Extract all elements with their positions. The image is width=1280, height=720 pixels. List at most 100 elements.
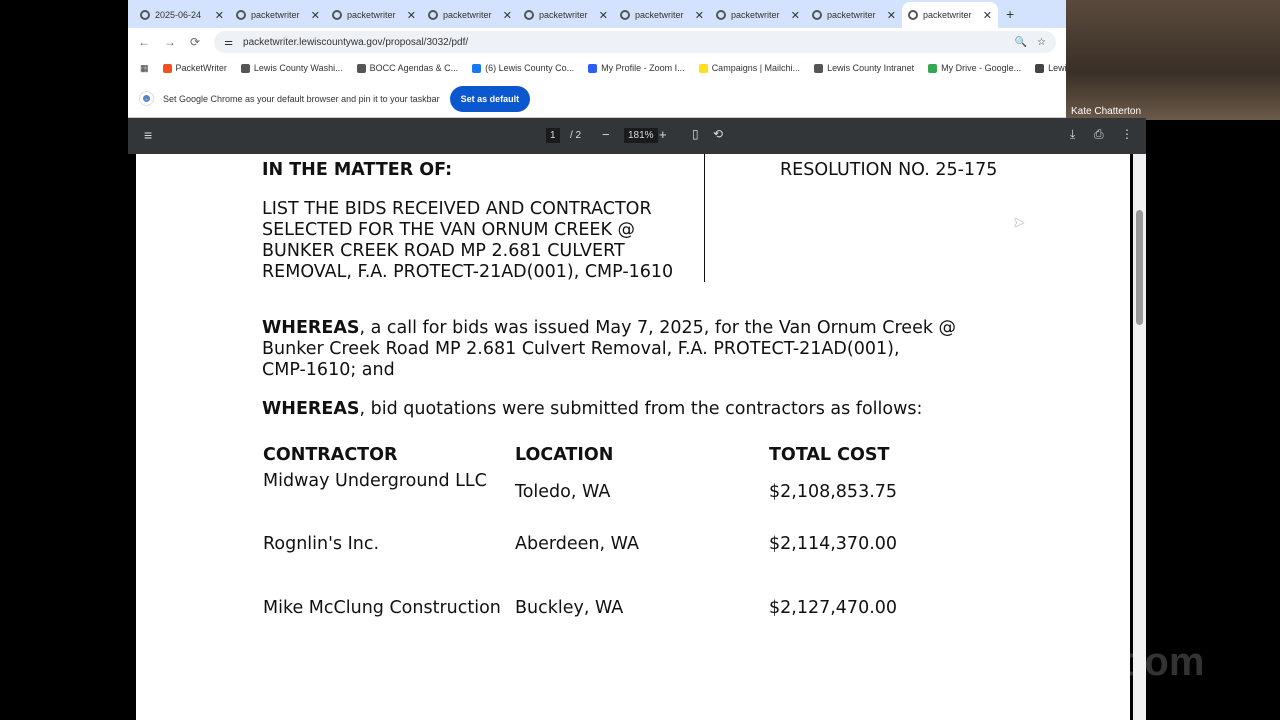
globe-icon xyxy=(236,10,246,20)
whereas-paragraph-1: WHEREAS, a call for bids was issued May … xyxy=(262,318,956,381)
star-icon[interactable]: ☆ xyxy=(1037,37,1046,48)
close-tab-icon[interactable]: ✕ xyxy=(311,9,320,22)
bookmark-label: Lewis County Washi... xyxy=(253,63,343,73)
globe-icon xyxy=(524,10,534,20)
paragraph-line: Bunker Creek Road MP 2.681 Culvert Remov… xyxy=(262,339,956,360)
globe-icon xyxy=(812,10,822,20)
apps-icon[interactable]: ▦ xyxy=(140,63,149,74)
globe-icon xyxy=(716,10,726,20)
menu-icon[interactable]: ≡ xyxy=(144,127,152,143)
table-cell: Toledo, WA xyxy=(515,482,611,502)
browser-tab[interactable]: packetwriter ✕ xyxy=(422,3,518,27)
paragraph-text: , a call for bids was issued May 7, 2025… xyxy=(359,318,957,338)
bookmark-item[interactable]: Lewis County Washi... xyxy=(240,63,343,73)
zoom-in-icon[interactable]: + xyxy=(659,127,667,142)
bookmark-favicon-icon xyxy=(472,63,482,73)
whereas-label: WHEREAS xyxy=(262,399,360,419)
subject-block: LIST THE BIDS RECEIVED AND CONTRACTOR SEL… xyxy=(262,199,673,283)
subject-line: REMOVAL, F.A. PROTECT-21AD(001), CMP-161… xyxy=(262,262,674,282)
new-tab-icon[interactable]: + xyxy=(1006,6,1014,22)
browser-tab[interactable]: 2025-06-24 ✕ xyxy=(134,3,230,27)
table-cell: Buckley, WA xyxy=(515,598,624,618)
rotate-icon[interactable]: ⟲ xyxy=(713,127,723,141)
paragraph-line: CMP-1610; and xyxy=(262,360,956,381)
forward-icon[interactable]: → xyxy=(164,35,176,49)
browser-tab[interactable]: packetwriter ✕ xyxy=(806,3,902,27)
divider-line xyxy=(704,154,705,282)
browser-tab[interactable]: packetwriter ✕ xyxy=(710,3,806,27)
bookmark-item[interactable]: Lewis County Intranet xyxy=(814,63,914,73)
close-tab-icon[interactable]: ✕ xyxy=(215,9,224,22)
subject-line: SELECTED FOR THE VAN ORNUM CREEK @ xyxy=(262,220,636,240)
bookmark-favicon-icon xyxy=(240,63,250,73)
back-icon[interactable]: ← xyxy=(138,35,150,49)
close-tab-icon[interactable]: ✕ xyxy=(695,9,704,22)
bookmarks-bar: ▦ PacketWriter Lewis County Washi... BOCC A… xyxy=(128,56,1066,80)
close-tab-icon[interactable]: ✕ xyxy=(791,9,800,22)
bookmark-label: My Drive - Google... xyxy=(941,63,1022,73)
bookmark-item[interactable]: PacketWriter xyxy=(162,63,227,73)
scrollbar-thumb[interactable] xyxy=(1136,210,1143,325)
pdf-toolbar: ≡ 1 / 2 − 181% + ▯ ⟲ ⤓ ⎙ ⋮ xyxy=(128,118,1146,154)
table-cell: Rognlin's Inc. xyxy=(263,534,380,554)
print-icon[interactable]: ⎙ xyxy=(1094,127,1104,142)
tab-title: packetwriter xyxy=(923,10,972,20)
tab-title: packetwriter xyxy=(251,10,300,20)
column-header: LOCATION xyxy=(515,445,614,465)
close-tab-icon[interactable]: ✕ xyxy=(407,9,416,22)
column-header: TOTAL COST xyxy=(769,445,890,465)
subject-line: BUNKER CREEK ROAD MP 2.681 CULVERT xyxy=(262,241,625,261)
bookmark-label: Campaigns | Mailchi... xyxy=(711,63,801,73)
matter-heading: IN THE MATTER OF: xyxy=(262,160,453,180)
fit-page-icon[interactable]: ▯ xyxy=(692,127,699,141)
url-input[interactable]: ⚌ packetwriter.lewiscountywa.gov/proposal… xyxy=(214,31,1056,53)
tab-title: packetwriter xyxy=(539,10,588,20)
paragraph-text: Bunker Creek Road MP 2.681 Culvert Remov… xyxy=(262,339,900,359)
default-browser-notice: Set Google Chrome as your default browse… xyxy=(128,80,1066,118)
whereas-text: , bid quotations were submitted from the… xyxy=(359,399,923,419)
bookmark-label: My Profile - Zoom I... xyxy=(601,63,685,73)
bookmark-item[interactable]: Lewis County ownCl... xyxy=(1035,63,1066,73)
zoom-level-input[interactable]: 181% xyxy=(624,128,658,143)
url-text: packetwriter.lewiscountywa.gov/proposal/… xyxy=(243,36,469,48)
close-tab-icon[interactable]: ✕ xyxy=(887,9,896,22)
bookmark-item[interactable]: (6) Lewis County Co... xyxy=(472,63,574,73)
subject-line: LIST THE BIDS RECEIVED AND CONTRACTOR xyxy=(262,199,652,219)
reload-icon[interactable]: ⟳ xyxy=(190,35,200,49)
globe-icon xyxy=(140,10,150,20)
browser-tab[interactable]: packetwriter ✕ xyxy=(518,3,614,27)
participant-name: Kate Chatterton xyxy=(1071,106,1142,117)
more-icon[interactable]: ⋮ xyxy=(1121,127,1133,141)
download-icon[interactable]: ⤓ xyxy=(1070,127,1075,142)
site-info-icon[interactable]: ⚌ xyxy=(224,37,233,48)
table-cell: $2,127,470.00 xyxy=(769,598,898,618)
close-tab-icon[interactable]: ✕ xyxy=(503,9,512,22)
close-tab-icon[interactable]: ✕ xyxy=(599,9,608,22)
resolution-number: RESOLUTION NO. 25-175 xyxy=(780,160,998,180)
paragraph-line: WHEREAS, a call for bids was issued May … xyxy=(262,318,956,339)
bookmark-item[interactable]: My Drive - Google... xyxy=(928,63,1021,73)
bookmark-label: (6) Lewis County Co... xyxy=(485,63,575,73)
close-tab-icon[interactable]: ✕ xyxy=(983,9,992,22)
globe-icon xyxy=(620,10,630,20)
mouse-cursor-icon: ➤ xyxy=(1013,214,1025,230)
browser-tab[interactable]: packetwriter ✕ xyxy=(614,3,710,27)
bookmark-item[interactable]: Campaigns | Mailchi... xyxy=(698,63,801,73)
tab-title: packetwriter xyxy=(443,10,492,20)
zoom-icon[interactable]: 🔍 xyxy=(1015,37,1027,48)
bookmark-favicon-icon xyxy=(698,63,708,73)
page-number-input[interactable]: 1 xyxy=(546,128,560,143)
bookmark-item[interactable]: My Profile - Zoom I... xyxy=(588,63,685,73)
set-as-default-button[interactable]: Set as default xyxy=(449,85,531,112)
zoom-out-icon[interactable]: − xyxy=(602,127,610,142)
bookmark-favicon-icon xyxy=(1035,63,1045,73)
bookmark-item[interactable]: BOCC Agendas & C... xyxy=(356,63,459,73)
browser-tab[interactable]: packetwriter ✕ xyxy=(902,2,998,28)
browser-tab[interactable]: packetwriter ✕ xyxy=(326,3,422,27)
bookmark-label: Lewis County Intranet xyxy=(827,63,915,73)
bookmark-favicon-icon xyxy=(588,63,598,73)
browser-tab[interactable]: packetwriter ✕ xyxy=(230,3,326,27)
page-count: / 2 xyxy=(570,130,582,141)
globe-icon xyxy=(332,10,342,20)
bookmark-label: BOCC Agendas & C... xyxy=(369,63,459,73)
